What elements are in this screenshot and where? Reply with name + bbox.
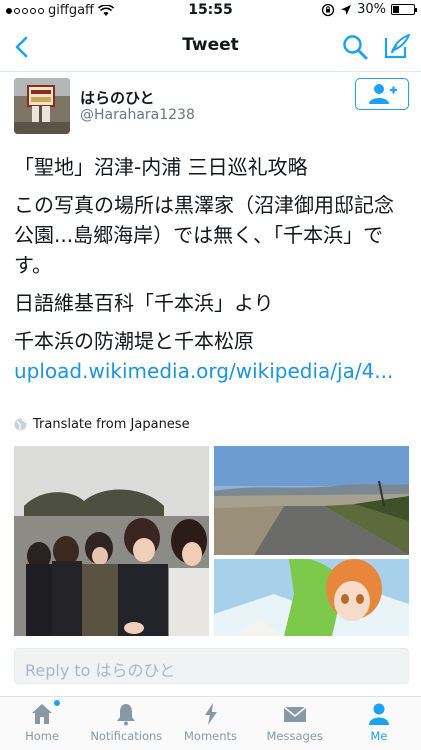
nav-bar: Tweet [0, 22, 421, 72]
person-icon [368, 703, 389, 725]
tweet-text: 「聖地」沼津-内浦 三日巡礼攻略 この写真の場所は黒澤家（沼津御用邸記念公園..… [14, 152, 409, 386]
location-icon [341, 4, 352, 15]
add-user-icon [369, 84, 397, 104]
photo-group[interactable] [14, 446, 209, 636]
tab-notifications[interactable]: Notifications [84, 697, 168, 750]
battery-icon [391, 4, 417, 15]
media-grid [14, 446, 409, 636]
tweet-line: この写真の場所は黒澤家（沼津御用邸記念公園...島郷海岸）では無く、「千本浜」で… [14, 193, 394, 277]
battery-percent: 30% [357, 2, 386, 17]
tab-label: Me [370, 729, 388, 743]
tab-label: Messages [266, 729, 323, 743]
tweet-line-text: 千本浜の防潮堤と千本松原 [14, 329, 254, 353]
tweet-author: はらのひと @Harahara1238 [14, 78, 409, 138]
translate-label: Translate from Japanese [33, 417, 190, 432]
new-content-dot [54, 700, 60, 706]
tab-me[interactable]: Me [337, 697, 421, 750]
photo-seawall[interactable] [214, 446, 409, 555]
rotation-lock-icon [321, 3, 335, 16]
avatar[interactable] [14, 78, 70, 134]
bell-icon [117, 704, 136, 726]
tab-home[interactable]: Home [0, 697, 84, 750]
home-icon [32, 704, 53, 724]
tweet-line: 千本浜の防潮堤と千本松原 upload.wikimedia.org/wikipe… [14, 326, 409, 386]
tab-label: Moments [183, 729, 238, 743]
tab-bar: Home Notifications Moments Messages Me [0, 696, 421, 750]
follow-button[interactable] [355, 78, 409, 110]
tab-messages[interactable]: Messages [253, 697, 337, 750]
screen-name[interactable]: @Harahara1238 [80, 107, 195, 123]
globe-icon [14, 418, 27, 431]
photo-anime-art[interactable] [214, 559, 409, 636]
lightning-icon [204, 703, 217, 725]
status-bar: giffgaff 15:55 30% [0, 0, 421, 22]
reply-input[interactable]: Reply to はらのひと [14, 648, 409, 684]
tab-moments[interactable]: Moments [168, 697, 252, 750]
envelope-icon [283, 706, 307, 722]
tab-label: Home [25, 729, 60, 743]
translate-link[interactable]: Translate from Japanese [14, 417, 190, 432]
search-icon[interactable] [341, 33, 369, 61]
tweet-link[interactable]: upload.wikimedia.org/wikipedia/ja/4... [14, 359, 393, 383]
tab-label: Notifications [90, 729, 163, 743]
display-name[interactable]: はらのひと [80, 87, 155, 108]
compose-tweet-icon[interactable] [383, 32, 411, 60]
tweet-line: 日語維基百科「千本浜」より [14, 291, 274, 315]
reply-placeholder: Reply to はらのひと [25, 661, 176, 680]
tweet-line: 「聖地」沼津-内浦 三日巡礼攻略 [14, 155, 308, 179]
